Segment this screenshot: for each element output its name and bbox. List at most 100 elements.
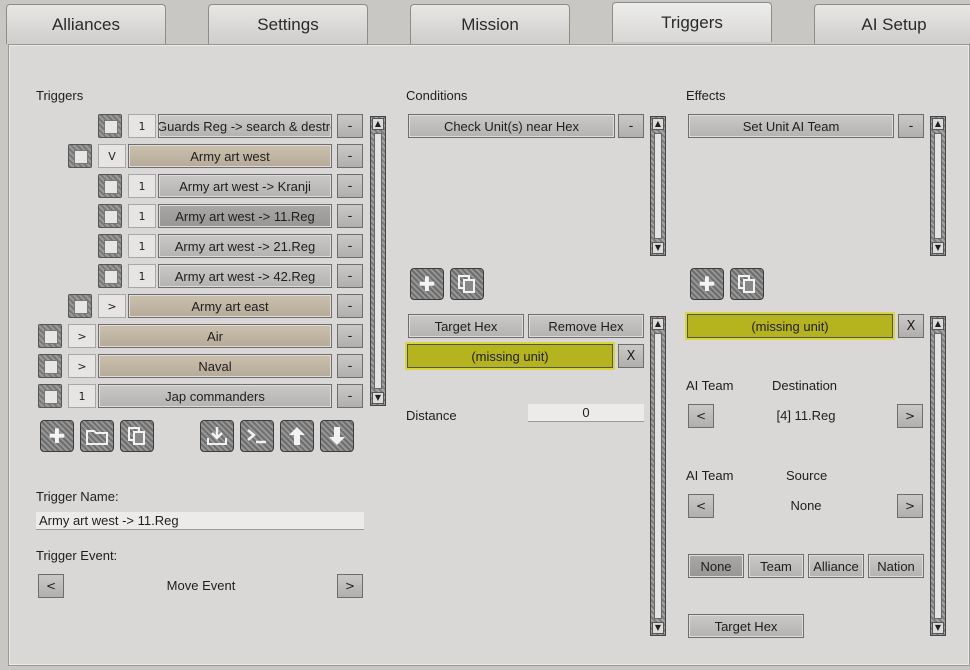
trigger-list-scrollbar[interactable]: ▲ ▼ xyxy=(370,116,386,406)
condition-missing-unit[interactable]: (missing unit) xyxy=(407,344,613,368)
trigger-checkbox[interactable] xyxy=(38,384,62,408)
scroll-thumb[interactable] xyxy=(374,133,382,389)
trigger-remove-button[interactable]: - xyxy=(337,354,363,378)
trigger-checkbox[interactable] xyxy=(98,204,122,228)
target-hex-button[interactable]: Target Hex xyxy=(408,314,524,338)
trigger-checkbox[interactable] xyxy=(98,114,122,138)
trigger-item[interactable]: Air xyxy=(98,324,332,348)
add-folder-button[interactable] xyxy=(80,420,114,452)
tab-settings[interactable]: Settings xyxy=(208,4,368,44)
trigger-remove-button[interactable]: - xyxy=(337,264,363,288)
scroll-up-icon[interactable]: ▲ xyxy=(932,318,944,330)
trigger-checkbox[interactable] xyxy=(98,234,122,258)
copy-condition-button[interactable] xyxy=(450,268,484,300)
trigger-item[interactable]: Army art west -> Kranji xyxy=(158,174,332,198)
copy-trigger-button[interactable] xyxy=(120,420,154,452)
condition-item-check-unit-near-hex[interactable]: Check Unit(s) near Hex xyxy=(408,114,615,138)
filter-team-button[interactable]: Team xyxy=(748,554,804,578)
move-down-button[interactable] xyxy=(320,420,354,452)
trigger-checkbox[interactable] xyxy=(98,264,122,288)
effect-remove-button[interactable]: - xyxy=(898,114,924,138)
trigger-checkbox[interactable] xyxy=(98,174,122,198)
scroll-down-icon[interactable]: ▼ xyxy=(372,392,384,404)
trigger-expander[interactable]: 1 xyxy=(68,384,96,408)
tab-alliances[interactable]: Alliances xyxy=(6,4,166,44)
destination-prev-button[interactable]: < xyxy=(688,404,714,428)
trigger-remove-button[interactable]: - xyxy=(337,384,363,408)
effect-params-scrollbar[interactable]: ▲ ▼ xyxy=(930,316,946,636)
trigger-remove-button[interactable]: - xyxy=(337,174,363,198)
scroll-down-icon[interactable]: ▼ xyxy=(652,242,664,254)
add-trigger-button[interactable]: ✚ xyxy=(40,420,74,452)
trigger-checkbox[interactable] xyxy=(68,144,92,168)
trigger-item[interactable]: 5.Guards Reg -> search & destroy xyxy=(158,114,332,138)
console-button[interactable] xyxy=(240,420,274,452)
trigger-checkbox[interactable] xyxy=(68,294,92,318)
trigger-name-input[interactable]: Army art west -> 11.Reg xyxy=(36,512,364,530)
effects-scrollbar[interactable]: ▲ ▼ xyxy=(930,116,946,256)
trigger-remove-button[interactable]: - xyxy=(337,324,363,348)
filter-nation-button[interactable]: Nation xyxy=(868,554,924,578)
trigger-expander[interactable]: 1 xyxy=(128,264,156,288)
import-trigger-button[interactable] xyxy=(200,420,234,452)
trigger-remove-button[interactable]: - xyxy=(337,114,363,138)
source-next-button[interactable]: > xyxy=(897,494,923,518)
trigger-item[interactable]: Army art west xyxy=(128,144,332,168)
trigger-remove-button[interactable]: - xyxy=(337,294,363,318)
condition-remove-button[interactable]: - xyxy=(618,114,644,138)
trigger-item[interactable]: Army art west -> 11.Reg xyxy=(158,204,332,228)
trigger-checkbox[interactable] xyxy=(38,354,62,378)
effect-missing-unit[interactable]: (missing unit) xyxy=(687,314,893,338)
scroll-thumb[interactable] xyxy=(654,333,662,619)
remove-hex-button[interactable]: Remove Hex xyxy=(528,314,644,338)
tab-ai-setup[interactable]: AI Setup xyxy=(814,4,970,44)
condition-clear-unit-button[interactable]: X xyxy=(618,344,644,368)
trigger-expander[interactable]: > xyxy=(68,324,96,348)
scroll-down-icon[interactable]: ▼ xyxy=(652,622,664,634)
source-prev-button[interactable]: < xyxy=(688,494,714,518)
scroll-thumb[interactable] xyxy=(934,333,942,619)
trigger-expander[interactable]: 1 xyxy=(128,204,156,228)
scroll-up-icon[interactable]: ▲ xyxy=(932,118,944,130)
conditions-scrollbar[interactable]: ▲ ▼ xyxy=(650,116,666,256)
scroll-down-icon[interactable]: ▼ xyxy=(932,622,944,634)
trigger-item[interactable]: Army art east xyxy=(128,294,332,318)
filter-alliance-button[interactable]: Alliance xyxy=(808,554,864,578)
trigger-event-next-button[interactable]: > xyxy=(337,574,363,598)
add-condition-button[interactable]: ✚ xyxy=(410,268,444,300)
destination-next-button[interactable]: > xyxy=(897,404,923,428)
trigger-checkbox[interactable] xyxy=(38,324,62,348)
scroll-thumb[interactable] xyxy=(654,133,662,239)
trigger-expander[interactable]: 1 xyxy=(128,174,156,198)
effect-item-set-unit-ai-team[interactable]: Set Unit AI Team xyxy=(688,114,894,138)
add-effect-button[interactable]: ✚ xyxy=(690,268,724,300)
move-up-button[interactable] xyxy=(280,420,314,452)
trigger-item[interactable]: Naval xyxy=(98,354,332,378)
distance-input[interactable]: 0 xyxy=(528,404,644,422)
trigger-item[interactable]: Army art west -> 42.Reg xyxy=(158,264,332,288)
scroll-up-icon[interactable]: ▲ xyxy=(652,118,664,130)
trigger-expander[interactable]: > xyxy=(98,294,126,318)
distance-label: Distance xyxy=(406,408,457,423)
filter-none-button[interactable]: None xyxy=(688,554,744,578)
scroll-down-icon[interactable]: ▼ xyxy=(932,242,944,254)
trigger-item[interactable]: Army art west -> 21.Reg xyxy=(158,234,332,258)
trigger-expander[interactable]: 1 xyxy=(128,114,156,138)
trigger-remove-button[interactable]: - xyxy=(337,144,363,168)
trigger-expander[interactable]: V xyxy=(98,144,126,168)
trigger-item[interactable]: Jap commanders xyxy=(98,384,332,408)
scroll-thumb[interactable] xyxy=(934,133,942,239)
trigger-remove-button[interactable]: - xyxy=(337,234,363,258)
scroll-up-icon[interactable]: ▲ xyxy=(372,118,384,130)
effect-clear-unit-button[interactable]: X xyxy=(898,314,924,338)
tab-triggers[interactable]: Triggers xyxy=(612,2,772,42)
trigger-expander[interactable]: > xyxy=(68,354,96,378)
tab-mission[interactable]: Mission xyxy=(410,4,570,44)
trigger-event-prev-button[interactable]: < xyxy=(38,574,64,598)
copy-effect-button[interactable] xyxy=(730,268,764,300)
condition-params-scrollbar[interactable]: ▲ ▼ xyxy=(650,316,666,636)
trigger-remove-button[interactable]: - xyxy=(337,204,363,228)
effect-target-hex-button[interactable]: Target Hex xyxy=(688,614,804,638)
scroll-up-icon[interactable]: ▲ xyxy=(652,318,664,330)
trigger-expander[interactable]: 1 xyxy=(128,234,156,258)
